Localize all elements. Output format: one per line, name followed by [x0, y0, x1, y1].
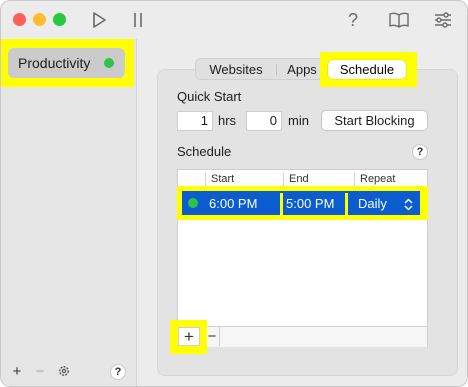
sidebar-item-label: Productivity — [18, 55, 91, 71]
sliders-icon[interactable] — [432, 9, 454, 31]
minutes-unit-label: min — [288, 113, 309, 128]
sidebar-item-productivity[interactable]: Productivity — [8, 48, 125, 78]
zoom-button[interactable] — [53, 13, 66, 26]
minutes-field[interactable]: 0 — [246, 111, 282, 131]
quick-start-heading: Quick Start — [177, 89, 242, 104]
remove-schedule-button[interactable]: − — [205, 327, 220, 346]
minimize-button[interactable] — [33, 13, 46, 26]
help-icon[interactable]: ? — [344, 9, 362, 31]
add-schedule-button[interactable]: + — [178, 327, 200, 346]
sidebar — [1, 39, 137, 386]
start-time-field[interactable]: 6:00 PM — [206, 193, 281, 214]
gear-icon[interactable] — [55, 362, 73, 380]
end-time-field[interactable]: 5:00 PM — [284, 193, 344, 214]
title-bar: ? — [1, 1, 467, 39]
column-separator — [205, 173, 206, 186]
schedule-help-button[interactable]: ? — [412, 144, 428, 160]
close-button[interactable] — [13, 13, 26, 26]
sidebar-help-button[interactable]: ? — [110, 364, 126, 380]
add-profile-button[interactable]: + — [10, 362, 24, 380]
column-separator — [283, 173, 284, 186]
row-enabled-dot[interactable] — [188, 198, 198, 208]
remove-profile-button[interactable]: − — [33, 362, 47, 380]
book-icon[interactable] — [388, 9, 410, 31]
status-dot — [104, 58, 114, 68]
start-blocking-button[interactable]: Start Blocking — [321, 110, 428, 131]
chevron-updown-icon[interactable] — [402, 195, 414, 213]
highlight-gap — [345, 193, 348, 215]
repeat-select[interactable]: Daily — [350, 193, 406, 214]
hours-unit-label: hrs — [218, 113, 237, 128]
play-icon[interactable] — [89, 9, 109, 31]
schedule-heading: Schedule — [177, 144, 232, 159]
pause-icon[interactable] — [129, 9, 147, 31]
column-separator — [354, 173, 355, 186]
tab-schedule[interactable]: Schedule — [328, 60, 406, 79]
hours-field[interactable]: 1 — [177, 111, 213, 131]
tab-websites[interactable]: Websites — [196, 59, 276, 79]
highlight-gap — [280, 193, 283, 215]
